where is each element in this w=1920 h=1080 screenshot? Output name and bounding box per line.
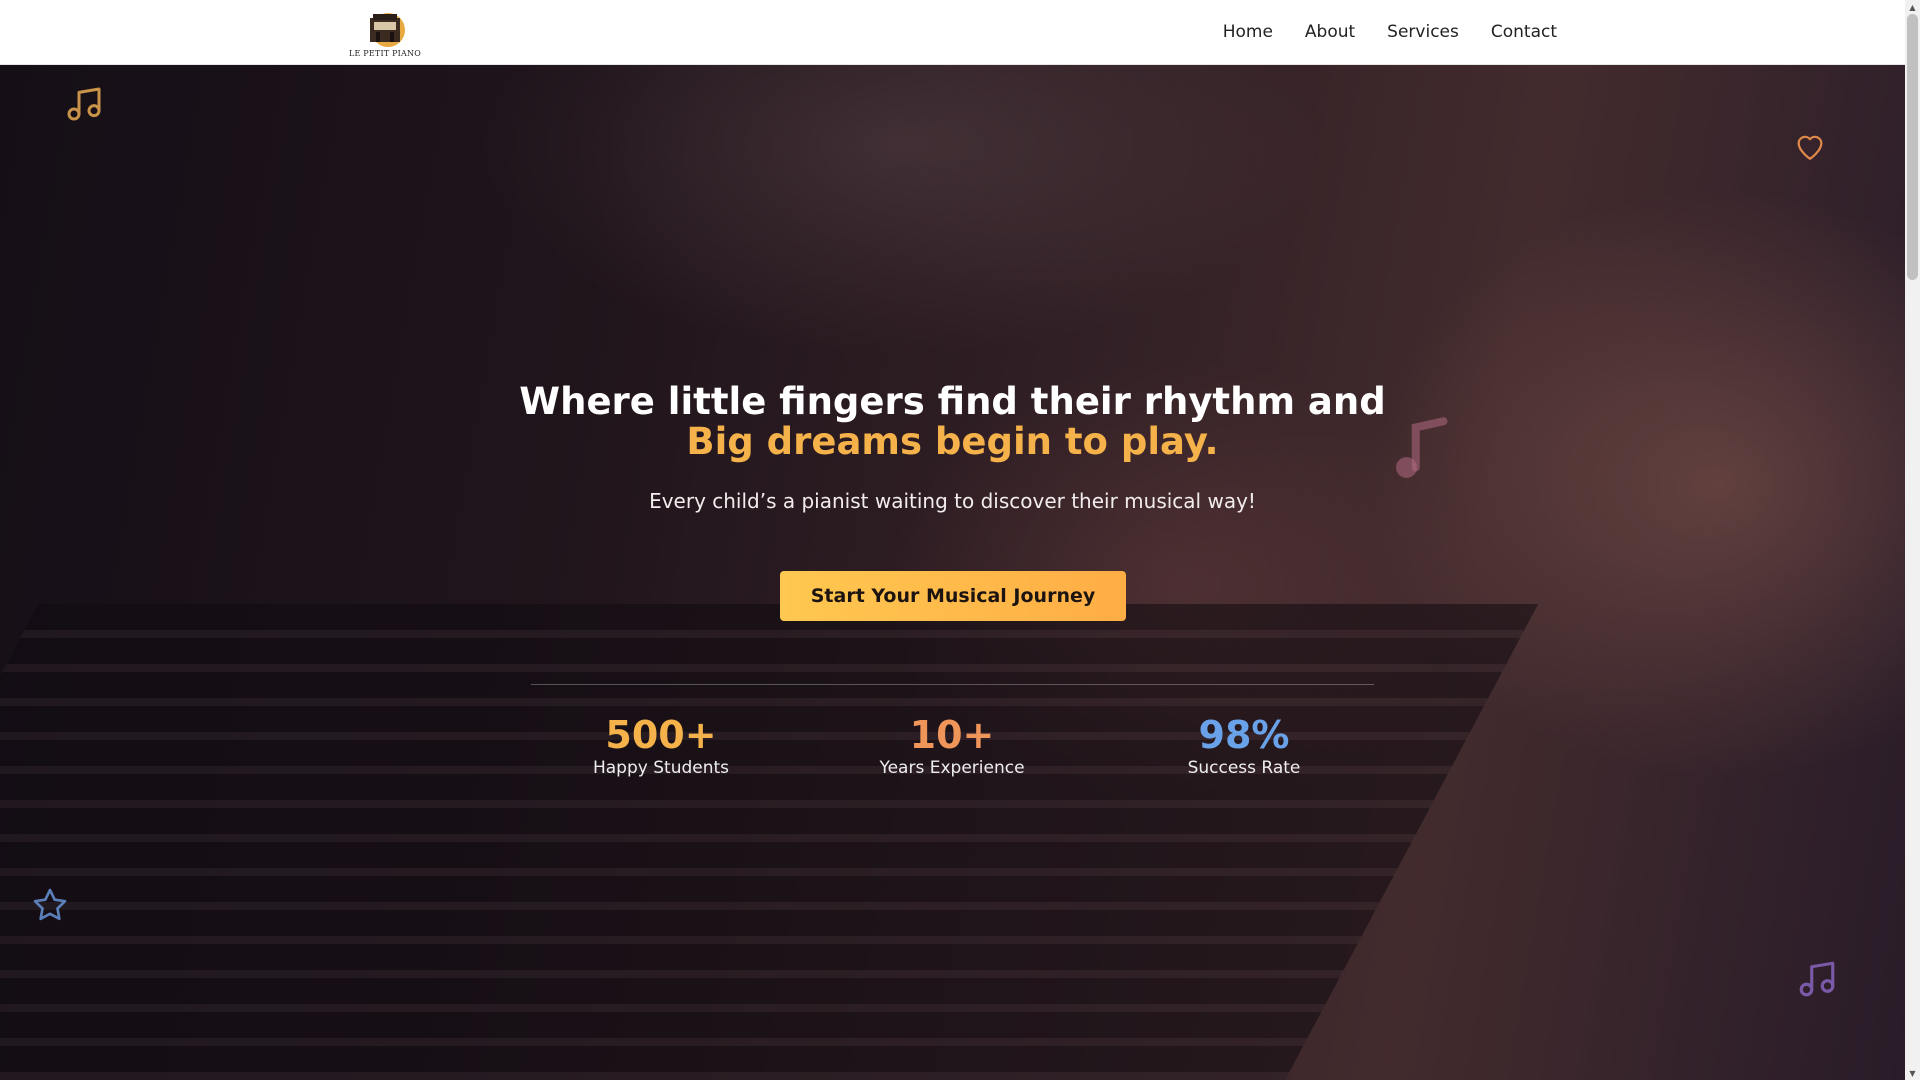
nav-contact[interactable]: Contact: [1491, 22, 1557, 42]
page-scrollbar[interactable]: ▲ ▼: [1905, 0, 1920, 1080]
heart-icon: [1797, 135, 1823, 160]
stat-happy-students: 500+ Happy Students: [511, 714, 811, 778]
stats-divider: [531, 684, 1374, 685]
site-header: LE PETIT PIANO Home About Services Conta…: [0, 0, 1905, 65]
stat-success-rate: 98% Success Rate: [1094, 714, 1394, 778]
nav-home[interactable]: Home: [1223, 22, 1273, 42]
stat-value: 10+: [909, 713, 995, 757]
nav-services[interactable]: Services: [1387, 22, 1459, 42]
star-icon: [33, 888, 67, 921]
music-note-icon: [67, 87, 101, 121]
logo[interactable]: LE PETIT PIANO: [348, 6, 422, 58]
music-note-icon: [1799, 961, 1835, 997]
stat-label: Happy Students: [592, 758, 730, 778]
logo-text: LE PETIT PIANO: [349, 49, 421, 58]
headline-line-1: Where little fingers find their rhythm a…: [519, 380, 1386, 423]
main-nav: Home About Services Contact: [1223, 0, 1557, 64]
scrollbar-thumb[interactable]: [1907, 14, 1918, 280]
stat-label: Success Rate: [1187, 758, 1301, 778]
scroll-down-arrow-icon[interactable]: ▼: [1905, 1066, 1920, 1080]
piano-logo-icon: [370, 13, 405, 47]
stat-value: 98%: [1198, 713, 1290, 757]
hero-section: Where little fingers find their rhythm a…: [0, 64, 1905, 1080]
stat-value: 500+: [605, 713, 717, 757]
headline-line-2: Big dreams begin to play.: [686, 420, 1219, 463]
stat-label: Years Experience: [879, 758, 1025, 778]
hero-headline: Where little fingers find their rhythm a…: [0, 382, 1905, 462]
scroll-up-arrow-icon[interactable]: ▲: [1905, 0, 1920, 14]
stat-years-experience: 10+ Years Experience: [802, 714, 1102, 778]
hero-subtitle: Every child’s a pianist waiting to disco…: [649, 489, 1256, 513]
start-journey-button[interactable]: Start Your Musical Journey: [780, 571, 1126, 621]
nav-about[interactable]: About: [1305, 22, 1355, 42]
